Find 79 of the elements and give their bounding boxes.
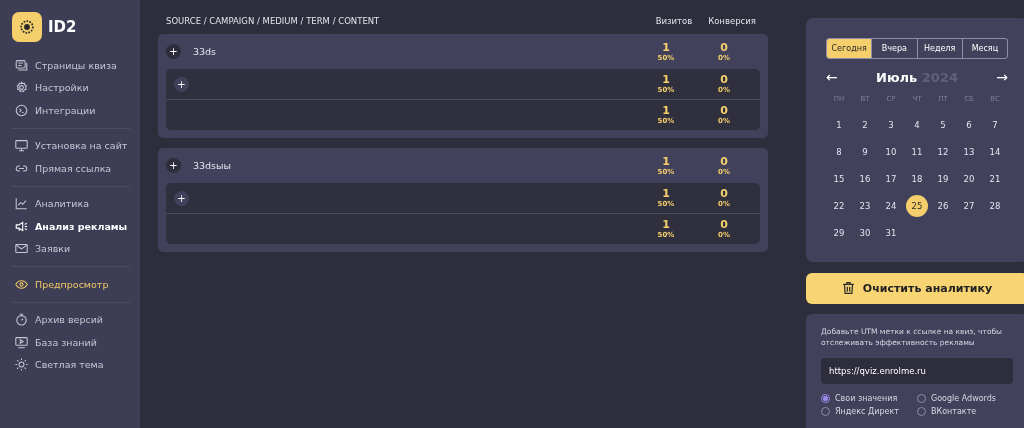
sidebar-item[interactable]: Заявки bbox=[15, 237, 71, 260]
expand-button[interactable]: + bbox=[174, 76, 189, 92]
eye-icon bbox=[15, 277, 28, 291]
calendar-day[interactable]: 28 bbox=[984, 195, 1006, 217]
calendar-day[interactable]: 9 bbox=[854, 141, 876, 163]
calendar-day[interactable]: 10 bbox=[880, 141, 902, 163]
calendar-day[interactable]: 21 bbox=[984, 168, 1006, 190]
calendar-day[interactable]: 12 bbox=[932, 141, 954, 163]
video-icon bbox=[15, 335, 28, 349]
column-header: Конверсия bbox=[707, 16, 757, 26]
calendar-day[interactable]: 25 bbox=[906, 195, 928, 217]
calendar-day[interactable]: 16 bbox=[854, 168, 876, 190]
calendar-day[interactable]: 17 bbox=[880, 168, 902, 190]
url-field[interactable]: https://qviz.enrolme.ru bbox=[821, 358, 1013, 384]
calendar-day[interactable]: 30 bbox=[854, 222, 876, 244]
calendar-day[interactable]: 24 bbox=[880, 195, 902, 217]
sidebar-item[interactable]: Анализ рекламы bbox=[15, 215, 128, 238]
date-range-tab[interactable]: Неделя bbox=[916, 39, 962, 58]
monitor-icon bbox=[15, 139, 28, 153]
expand-button[interactable]: + bbox=[166, 44, 181, 59]
source-name: 33dsыы bbox=[193, 160, 233, 171]
clear-analytics-button[interactable]: Очистить аналитику bbox=[806, 273, 1024, 304]
sidebar-item[interactable]: Установка на сайт bbox=[15, 134, 128, 157]
sun-icon bbox=[15, 358, 28, 372]
radio-option[interactable]: ВКонтакте bbox=[917, 407, 977, 416]
radio-option[interactable]: Свои значения bbox=[821, 394, 898, 403]
calendar-day[interactable]: 19 bbox=[932, 168, 954, 190]
pages-icon bbox=[15, 58, 28, 72]
sidebar-item[interactable]: Аналитика bbox=[15, 192, 90, 215]
previous-month-button[interactable]: ← bbox=[826, 69, 838, 85]
date-range-tab[interactable]: Месяц bbox=[961, 39, 1007, 58]
column-header: SOURCE / CAMPAIGN / MEDIUM / TERM / CONTENT bbox=[166, 16, 381, 26]
source-name: 33ds bbox=[193, 46, 218, 57]
sidebar-item[interactable]: Архив версий bbox=[15, 308, 103, 331]
radio-icon[interactable] bbox=[821, 394, 830, 403]
calendar-day[interactable]: 5 bbox=[932, 114, 954, 136]
trash-icon bbox=[841, 281, 855, 296]
calendar-day[interactable]: 22 bbox=[828, 195, 850, 217]
calendar-day[interactable]: 26 bbox=[932, 195, 954, 217]
calendar-day[interactable]: 2 bbox=[854, 114, 876, 136]
expand-button[interactable]: + bbox=[166, 158, 181, 173]
calendar-day[interactable]: 20 bbox=[958, 168, 980, 190]
calendar-day[interactable]: 4 bbox=[906, 114, 928, 136]
column-header: Визитов bbox=[654, 16, 694, 26]
calendar-day[interactable]: 13 bbox=[958, 141, 980, 163]
radio-option[interactable]: Google Adwords bbox=[917, 394, 996, 403]
sidebar-item[interactable]: Страницы квиза bbox=[15, 54, 117, 77]
calendar-day[interactable]: 3 bbox=[880, 114, 902, 136]
calendar-day[interactable]: 23 bbox=[854, 195, 876, 217]
calendar-day[interactable]: 11 bbox=[906, 141, 928, 163]
sidebar-item[interactable]: База знаний bbox=[15, 331, 97, 354]
sidebar-item[interactable]: Интеграции bbox=[15, 99, 96, 122]
calendar-day[interactable]: 15 bbox=[828, 168, 850, 190]
sidebar-item[interactable]: Предпросмотр bbox=[15, 273, 109, 296]
terminal-icon bbox=[15, 103, 28, 117]
sidebar-item[interactable]: Прямая ссылка bbox=[15, 157, 112, 180]
expand-button[interactable]: + bbox=[174, 190, 189, 206]
settings-icon bbox=[15, 81, 28, 95]
calendar-day[interactable]: 31 bbox=[880, 222, 902, 244]
date-range-tab[interactable]: Сегодня bbox=[827, 39, 872, 58]
next-month-button[interactable]: → bbox=[996, 69, 1008, 85]
calendar-day[interactable]: 14 bbox=[984, 141, 1006, 163]
calendar-day[interactable]: 6 bbox=[958, 114, 980, 136]
calendar-day[interactable]: 1 bbox=[828, 114, 850, 136]
mail-icon bbox=[15, 242, 28, 256]
calendar-day[interactable]: 18 bbox=[906, 168, 928, 190]
megaphone-icon bbox=[15, 219, 28, 233]
chart-icon bbox=[15, 197, 28, 211]
calendar-day[interactable]: 8 bbox=[828, 141, 850, 163]
calendar-day[interactable]: 7 bbox=[984, 114, 1006, 136]
calendar-day[interactable]: 27 bbox=[958, 195, 980, 217]
sidebar-item[interactable]: Настройки bbox=[15, 76, 89, 99]
sidebar-item[interactable]: Светлая тема bbox=[15, 353, 104, 376]
brand-name: ID2 bbox=[48, 18, 77, 36]
calendar-day[interactable]: 29 bbox=[828, 222, 850, 244]
date-range-tab[interactable]: Вчера bbox=[871, 39, 917, 58]
radio-option[interactable]: Яндекс Директ bbox=[821, 407, 899, 416]
logo-icon bbox=[12, 12, 42, 42]
timer-icon bbox=[15, 313, 28, 327]
